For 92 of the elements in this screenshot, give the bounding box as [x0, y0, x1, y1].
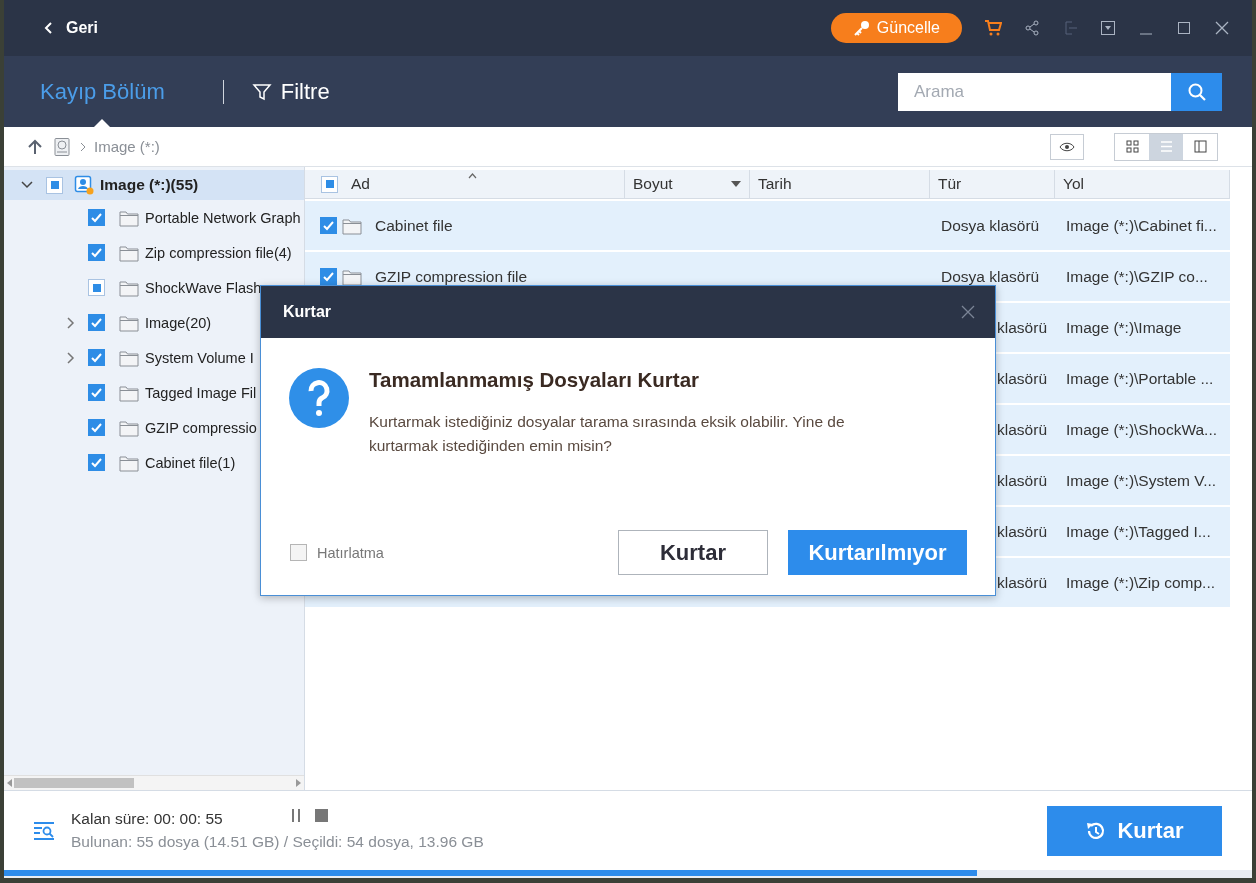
folder-icon	[119, 278, 139, 297]
tab[interactable]: Filtre	[241, 56, 340, 127]
stop-icon[interactable]	[315, 808, 328, 822]
filter-icon	[251, 81, 272, 102]
dropdown-box-icon[interactable]	[1100, 20, 1116, 36]
file-name: GZIP compression file	[375, 267, 528, 286]
file-name: Cabinet file	[375, 216, 453, 235]
checkbox[interactable]	[88, 349, 105, 366]
share-icon[interactable]	[1024, 20, 1040, 36]
folder-icon	[119, 313, 139, 332]
checkbox[interactable]	[321, 175, 338, 193]
file-type: klasörü	[997, 318, 1047, 336]
folder-icon	[119, 383, 139, 402]
cart-icon[interactable]	[984, 19, 1002, 37]
folder-icon	[119, 348, 139, 367]
chevron-right-icon	[80, 141, 86, 152]
checkbox[interactable]	[88, 419, 105, 436]
column-header[interactable]: Boyut	[625, 170, 750, 198]
question-icon	[289, 368, 349, 428]
tree-item[interactable]: Tagged Image Fil	[4, 375, 304, 410]
preview-button[interactable]	[1050, 133, 1084, 160]
file-path: Image (*:)\ShockWa...	[1066, 420, 1218, 438]
checkbox[interactable]	[88, 454, 105, 471]
file-path: Image (*:)\Cabinet fi...	[1066, 216, 1217, 234]
checkbox[interactable]	[88, 244, 105, 261]
folder-icon	[119, 243, 139, 262]
column-header[interactable]: Yol	[1055, 170, 1230, 198]
close-icon	[961, 305, 975, 319]
file-path: Image (*:)\GZIP co...	[1066, 267, 1208, 285]
checkbox[interactable]	[46, 176, 63, 194]
file-type: Dosya klasörü	[941, 267, 1040, 285]
drive-icon	[74, 175, 94, 195]
column-header[interactable]: Tür	[930, 170, 1055, 198]
back-button[interactable]: Geri	[38, 15, 104, 41]
dialog-heading: Tamamlanmamış Dosyaları Kurtar	[369, 368, 701, 392]
folder-icon	[119, 453, 139, 472]
eye-icon	[1059, 140, 1075, 153]
close-button[interactable]	[961, 305, 975, 319]
scroll-right-icon	[296, 779, 301, 787]
file-type: klasörü	[997, 369, 1047, 387]
file-type: klasörü	[997, 573, 1047, 591]
tree-item[interactable]: ShockWave Flash	[4, 270, 304, 305]
pause-icon[interactable]	[291, 808, 301, 822]
column-header[interactable]: Ad	[351, 175, 370, 193]
maximize-icon[interactable]	[1176, 20, 1192, 36]
close-icon[interactable]	[1214, 20, 1230, 36]
drive-icon	[52, 136, 72, 157]
checkbox[interactable]	[88, 314, 105, 331]
chevron-left-icon	[44, 21, 54, 35]
folder-icon	[119, 418, 139, 437]
folder-icon	[119, 208, 139, 227]
scan-icon	[33, 820, 55, 841]
checkbox-label[interactable]: Hatırlatma	[317, 544, 384, 561]
dialog-message: Kurtarmak istediğiniz dosyalar tarama sırasında eksik olabilir. Yine de kurtarmak istediğinden emin misin?	[369, 412, 846, 456]
column-header[interactable]: Tarih	[750, 170, 930, 198]
chevron-down-icon[interactable]	[20, 181, 34, 189]
checkbox[interactable]	[88, 384, 105, 401]
tree-item[interactable]: Portable Network Graph	[4, 200, 304, 235]
secondary-button[interactable]: Kurtar	[618, 530, 768, 575]
search-button[interactable]	[1171, 72, 1222, 111]
dialog-title: Kurtar	[283, 303, 331, 321]
tree-item[interactable]: Zip compression file(4)	[4, 235, 304, 270]
file-path: Image (*:)\Zip comp...	[1066, 573, 1215, 591]
tree-item[interactable]: GZIP compressio	[4, 410, 304, 445]
detail-view-icon	[1192, 139, 1208, 154]
file-path: Image (*:)\System V...	[1066, 471, 1217, 489]
key-icon	[852, 19, 871, 37]
checkbox[interactable]	[88, 279, 105, 296]
tree-item[interactable]: Cabinet file(1)	[4, 445, 304, 480]
remaining-time: Kalan süre: 00: 00: 55	[71, 810, 224, 828]
scan-summary: Bulunan: 55 dosya (14.51 GB) / Seçildi: 54 dosya, 13.96 GB	[71, 833, 484, 851]
checkbox[interactable]	[320, 268, 337, 285]
up-arrow-icon[interactable]	[26, 137, 44, 156]
tree-item[interactable]: System Volume I	[4, 340, 304, 375]
file-type: klasörü	[997, 471, 1047, 489]
checkbox[interactable]	[290, 544, 307, 561]
file-type: klasörü	[997, 522, 1047, 540]
search-field[interactable]: Arama	[898, 72, 1171, 111]
folder-icon	[342, 216, 362, 235]
horizontal-scrollbar[interactable]	[4, 775, 304, 790]
tree-item[interactable]: Image (*:)(55)	[4, 170, 304, 200]
file-type: klasörü	[997, 420, 1047, 438]
file-path: Image (*:)\Tagged I...	[1066, 522, 1211, 540]
list-icon	[1158, 139, 1174, 154]
file-path: Image (*:)\Image	[1066, 318, 1182, 336]
checkbox[interactable]	[320, 217, 337, 234]
checkbox[interactable]	[88, 209, 105, 226]
grid-icon	[1124, 139, 1140, 154]
scroll-left-icon	[7, 779, 12, 787]
file-type: Dosya klasörü	[941, 216, 1040, 234]
search-icon	[1186, 81, 1207, 102]
file-path: Image (*:)\Portable ...	[1066, 369, 1214, 387]
